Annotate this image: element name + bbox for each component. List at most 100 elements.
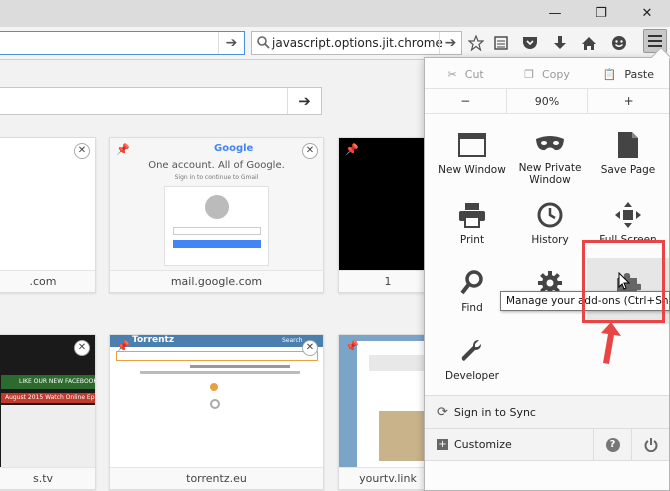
torrentz-logo: Torrentz — [132, 335, 175, 345]
restore-button[interactable]: ❐ — [578, 0, 624, 27]
tile-thumbnail: Torrentz Search — [110, 335, 323, 467]
tile-caption: yourtv.link — [339, 467, 437, 489]
search-bar[interactable]: javascript.options.jit.chrome ➔ — [251, 31, 462, 55]
download-icon[interactable] — [550, 33, 570, 53]
reading-list-icon[interactable] — [491, 33, 511, 53]
quit-button[interactable] — [631, 428, 669, 461]
new-private-window-button[interactable]: New Private Window — [509, 120, 591, 186]
developer-icon — [455, 334, 489, 368]
torrentz-header: Torrentz Search — [110, 335, 323, 347]
zoom-in-button[interactable]: + — [588, 89, 669, 113]
menu-item-label: Print — [459, 234, 485, 246]
tile-caption: torrentz.eu — [110, 467, 323, 489]
menu-item-label: New Private Window — [518, 162, 582, 186]
tile-6[interactable]: 📌 yourtv.link — [338, 334, 438, 490]
home-icon[interactable] — [579, 33, 599, 53]
facebook-banner: LIKE OUR NEW FACEBOOK PAGE! — [1, 375, 95, 389]
minimize-icon: — — [548, 6, 562, 21]
customize-button[interactable]: + Customize — [425, 428, 593, 461]
private-window-icon — [533, 128, 567, 160]
tile-5[interactable]: Torrentz Search 📌 ✕ torrentz.eu — [109, 334, 324, 490]
menu-item-label: Find — [461, 302, 483, 314]
loading-icon — [210, 383, 218, 391]
spinner-icon — [210, 399, 220, 409]
next-button — [173, 240, 261, 248]
search-go-button[interactable]: ➔ — [439, 32, 461, 54]
go-button[interactable]: ➔ — [218, 32, 244, 54]
copy-button[interactable]: ❐ Copy — [506, 60, 587, 88]
sync-label: Sign in to Sync — [453, 405, 536, 419]
pin-icon[interactable]: 📌 — [115, 142, 131, 158]
tile-close-icon[interactable]: ✕ — [302, 340, 318, 356]
star-icon[interactable] — [466, 33, 486, 53]
full-screen-icon — [611, 198, 645, 232]
zoom-controls: − 90% + — [425, 88, 669, 114]
zoom-out-button[interactable]: − — [425, 89, 506, 113]
tile-close-icon[interactable]: ✕ — [74, 143, 90, 159]
tile-thumbnail: Google One account. All of Google. Sign … — [110, 138, 323, 270]
tile-4[interactable]: LIKE OUR NEW FACEBOOK PAGE! August 2015 … — [0, 334, 96, 490]
cut-button[interactable]: ✂ Cut — [425, 60, 506, 88]
torrentz-search-box — [116, 351, 318, 361]
email-field — [173, 227, 261, 235]
google-logo: Google — [214, 143, 254, 154]
newtab-search-go-button[interactable]: ➔ — [287, 88, 321, 114]
menu-item-label: New Window — [438, 164, 506, 176]
thumbnail-list — [1, 405, 95, 467]
minimize-button[interactable]: — — [532, 0, 578, 27]
hello-icon[interactable] — [609, 33, 629, 53]
mouse-cursor-icon — [618, 272, 630, 290]
menu-item-label: Save Page — [600, 164, 656, 176]
paste-label: Paste — [624, 67, 655, 81]
help-button[interactable]: ? — [593, 428, 631, 461]
developer-button[interactable]: Developer — [431, 326, 513, 392]
save-page-icon — [611, 128, 645, 162]
title-bar: — ❐ ✕ — [0, 0, 670, 27]
scissors-icon: ✂ — [447, 67, 457, 81]
newtab-search-input[interactable]: ➔ — [0, 87, 322, 115]
copy-icon: ❐ — [524, 67, 534, 81]
pin-icon[interactable]: 📌 — [115, 339, 131, 355]
menu-item-label: Developer — [444, 370, 499, 382]
pocket-icon[interactable] — [520, 33, 540, 53]
edit-controls: ✂ Cut ❐ Copy 📋 Paste — [425, 60, 669, 88]
arrow-right-icon: ➔ — [225, 35, 238, 51]
tile-1[interactable]: ✕ .com — [0, 137, 96, 293]
pin-icon[interactable]: 📌 — [344, 142, 360, 158]
paste-icon: 📋 — [602, 67, 617, 81]
zoom-reset-button[interactable]: 90% — [505, 89, 589, 113]
cut-label: Cut — [464, 67, 484, 81]
print-icon — [455, 198, 489, 232]
history-button[interactable]: History — [509, 190, 591, 256]
navigation-toolbar: ➔ javascript.options.jit.chrome ➔ — [0, 27, 670, 60]
customize-row: + Customize ? — [425, 428, 669, 461]
episode-strip: August 2015 Watch Online Episode HD — [1, 393, 95, 403]
tile-caption: mail.google.com — [110, 270, 323, 292]
sign-in-sync-button[interactable]: ⟳ Sign in to Sync — [425, 395, 669, 428]
new-window-icon — [455, 128, 489, 162]
menu-item-label: History — [531, 234, 569, 246]
text-line — [140, 371, 300, 374]
tile-close-icon[interactable]: ✕ — [302, 143, 318, 159]
new-window-button[interactable]: New Window — [431, 120, 513, 186]
power-icon — [644, 437, 657, 452]
tile-close-icon[interactable]: ✕ — [74, 340, 90, 356]
torrentz-search-label: Search — [282, 337, 303, 344]
help-icon: ? — [605, 437, 620, 452]
close-icon: ✕ — [641, 6, 653, 21]
print-button[interactable]: Print — [431, 190, 513, 256]
save-page-button[interactable]: Save Page — [587, 120, 669, 186]
pin-icon[interactable]: 📌 — [344, 339, 360, 355]
tile-3[interactable]: 📌 1 — [338, 137, 438, 293]
google-subheading: Sign in to continue to Gmail — [174, 174, 259, 181]
find-icon — [455, 266, 489, 300]
url-bar[interactable]: ➔ — [0, 31, 245, 55]
avatar — [205, 195, 229, 219]
paste-button[interactable]: 📋 Paste — [588, 60, 669, 88]
search-value: javascript.options.jit.chrome — [272, 36, 443, 50]
browser-logo-area — [369, 355, 429, 371]
tile-2[interactable]: Google One account. All of Google. Sign … — [109, 137, 324, 293]
history-icon — [533, 198, 567, 232]
google-heading: One account. All of Google. — [148, 160, 285, 171]
close-window-button[interactable]: ✕ — [624, 0, 670, 27]
